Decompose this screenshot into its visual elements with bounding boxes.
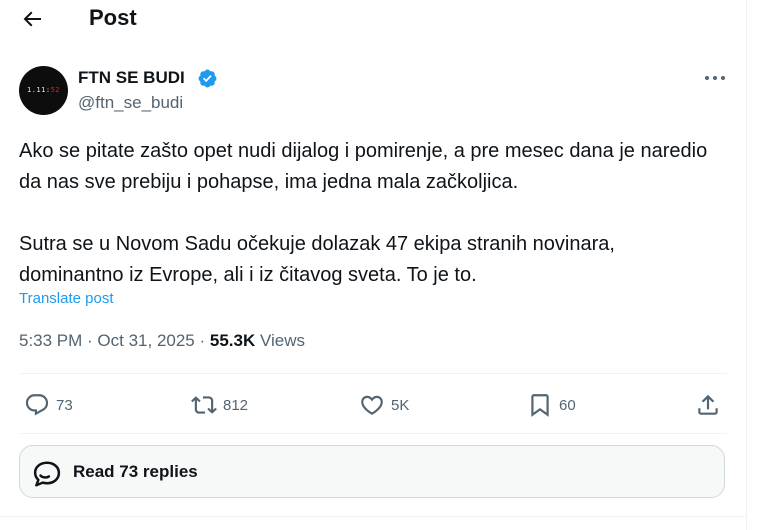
divider xyxy=(19,433,727,434)
more-options-icon[interactable] xyxy=(703,70,727,86)
tweet-paragraph: Ako se pitate zašto opet nudi dijalog i … xyxy=(19,140,708,193)
meta-separator: · xyxy=(82,331,98,350)
column-border xyxy=(746,0,747,530)
divider xyxy=(19,373,727,374)
translate-post-link[interactable]: Translate post xyxy=(19,289,114,309)
bookmark-icon xyxy=(531,394,549,417)
meta-separator: · xyxy=(194,331,210,350)
divider xyxy=(0,516,746,517)
bookmark-button[interactable]: 60 xyxy=(527,391,576,419)
read-replies-label: Read 73 replies xyxy=(73,462,198,481)
views-count: 55.3K xyxy=(209,331,256,350)
views-label: Views xyxy=(259,331,306,350)
header: Post xyxy=(0,0,746,38)
page-title: Post xyxy=(89,5,137,30)
back-arrow-icon[interactable] xyxy=(20,7,44,31)
reply-count: 73 xyxy=(56,396,73,414)
repost-icon xyxy=(191,396,217,414)
author-handle[interactable]: @ftn_se_budi xyxy=(78,92,183,114)
reply-button[interactable]: 73 xyxy=(24,391,73,419)
repost-button[interactable]: 812 xyxy=(191,391,248,419)
share-icon xyxy=(698,394,718,415)
author-name[interactable]: FTN SE BUDI xyxy=(78,67,185,89)
bookmark-count: 60 xyxy=(559,396,576,414)
read-replies-button[interactable]: Read 73 replies xyxy=(19,445,725,498)
like-button[interactable]: 5K xyxy=(359,391,409,419)
tweet-paragraph: Sutra se u Novom Sadu očekuje dolazak 47… xyxy=(19,233,615,286)
reply-icon xyxy=(25,394,49,416)
avatar-text: 1.11:52 xyxy=(26,86,60,94)
tweet-time[interactable]: 5:33 PM xyxy=(19,331,82,350)
avatar[interactable]: 1.11:52 xyxy=(19,66,68,115)
tweet-meta: 5:33 PM · Oct 31, 2025 · 55.3K Views xyxy=(19,330,305,352)
tweet-date[interactable]: Oct 31, 2025 xyxy=(97,331,194,350)
tweet-text: Ako se pitate zašto opet nudi dijalog i … xyxy=(19,136,719,291)
verified-badge-icon[interactable] xyxy=(197,68,218,89)
share-button[interactable] xyxy=(695,391,721,419)
heart-icon xyxy=(361,395,383,415)
chat-bubble-icon xyxy=(33,461,61,487)
repost-count: 812 xyxy=(223,396,249,414)
like-count: 5K xyxy=(391,396,410,414)
